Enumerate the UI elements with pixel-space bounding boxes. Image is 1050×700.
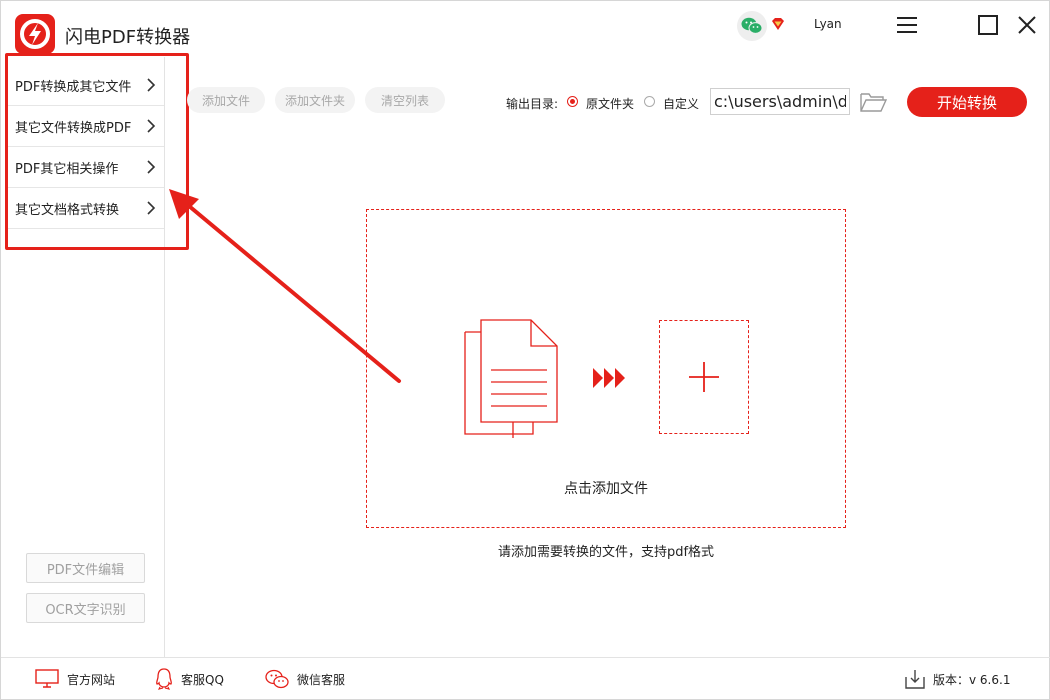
add-file-target[interactable] <box>659 320 749 434</box>
vip-diamond-icon[interactable] <box>770 16 786 32</box>
app-logo-icon <box>15 14 55 54</box>
chevron-right-icon <box>147 160 156 174</box>
title-bar: 闪电PDF转换器 Lyan <box>1 1 1050 57</box>
sidebar-item-other-to-pdf[interactable]: 其它文件转换成PDF <box>5 106 164 147</box>
sidebar-item-label: PDF转换成其它文件 <box>15 79 132 95</box>
radio-custom-folder[interactable] <box>644 96 655 107</box>
version-label: 版本：v 6.6.1 <box>933 672 1011 687</box>
drop-zone-hint: 请添加需要转换的文件，支持pdf格式 <box>497 545 715 560</box>
menu-icon[interactable] <box>895 13 919 37</box>
sidebar-item-doc-format-convert[interactable]: 其它文档格式转换 <box>5 188 164 229</box>
sidebar-item-pdf-operations[interactable]: PDF其它相关操作 <box>5 147 164 188</box>
app-window: 闪电PDF转换器 Lyan PDF转换成其它文件 其它文件转换成PDF PDF其… <box>0 0 1050 700</box>
sidebar-item-label: PDF其它相关操作 <box>15 161 119 177</box>
qq-icon <box>156 668 172 690</box>
output-path-input[interactable] <box>710 88 850 115</box>
download-icon <box>905 670 925 689</box>
chevron-right-icon <box>147 201 156 215</box>
wechat-support-label: 微信客服 <box>297 672 346 687</box>
close-icon[interactable] <box>1015 13 1039 37</box>
monitor-icon <box>35 669 59 688</box>
radio-original-folder-label[interactable]: 原文件夹 <box>586 95 634 112</box>
username-label[interactable]: Lyan <box>814 17 842 31</box>
triple-arrow-icon <box>593 368 625 388</box>
wechat-outline-icon <box>265 669 289 689</box>
official-website-link[interactable]: 官方网站 <box>35 668 115 690</box>
app-title: 闪电PDF转换器 <box>65 27 191 48</box>
maximize-icon[interactable] <box>976 13 1000 37</box>
radio-custom-folder-label[interactable]: 自定义 <box>663 95 699 112</box>
sidebar-item-pdf-to-other[interactable]: PDF转换成其它文件 <box>5 65 164 106</box>
start-convert-button[interactable]: 开始转换 <box>907 87 1027 117</box>
footer-bar: 官方网站 客服QQ 微信客服 版本：v 6.6.1 <box>1 657 1050 700</box>
radio-original-folder[interactable] <box>567 96 578 107</box>
sidebar-menu: PDF转换成其它文件 其它文件转换成PDF PDF其它相关操作 其它文档格式转换 <box>5 65 164 229</box>
plus-icon <box>689 362 719 392</box>
chevron-right-icon <box>147 119 156 133</box>
pdf-edit-button[interactable]: PDF文件编辑 <box>26 553 145 583</box>
official-website-label: 官方网站 <box>67 672 116 687</box>
chevron-right-icon <box>147 78 156 92</box>
folder-open-icon[interactable] <box>859 91 887 113</box>
drop-zone-label: 点击添加文件 <box>564 481 648 497</box>
clear-list-button[interactable]: 清空列表 <box>365 87 445 113</box>
documents-icon <box>464 319 558 438</box>
add-folder-button[interactable]: 添加文件夹 <box>275 87 355 113</box>
add-file-button[interactable]: 添加文件 <box>187 87 265 113</box>
output-dir-label: 输出目录: <box>506 97 559 111</box>
sidebar-item-label: 其它文档格式转换 <box>15 202 120 218</box>
qq-support-link[interactable]: 客服QQ <box>155 668 224 690</box>
file-drop-zone[interactable]: 点击添加文件 <box>366 209 846 528</box>
ocr-button[interactable]: OCR文字识别 <box>26 593 145 623</box>
wechat-icon <box>741 17 763 34</box>
wechat-support-link[interactable]: 微信客服 <box>265 668 345 690</box>
qq-support-label: 客服QQ <box>181 672 224 687</box>
version-info[interactable]: 版本：v 6.6.1 <box>905 668 1010 690</box>
sidebar-item-label: 其它文件转换成PDF <box>15 120 132 136</box>
wechat-login-button[interactable] <box>737 11 767 41</box>
